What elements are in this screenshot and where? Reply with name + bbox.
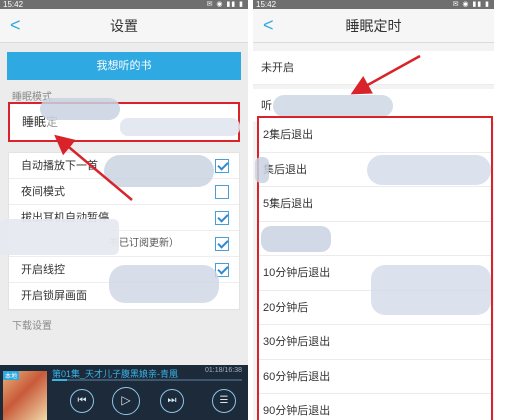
list-item-autoplay[interactable]: 自动播放下一首 [9,153,239,187]
option-off[interactable]: 未开启 [253,51,494,85]
row-label: 开启锁屏画面 [21,290,87,302]
option-label: 听 [261,100,272,112]
timer-option-episodes[interactable]: 集后退出 [255,152,491,187]
progress-bar[interactable] [52,379,242,381]
option-label: 10分钟后退出 [263,267,331,279]
option-label: 2集后退出 [263,129,314,141]
blur-watermark [273,95,393,117]
episode-time: 01:18/16:38 [205,367,242,374]
timer-option-20-min[interactable]: 20分钟后 [259,264,491,325]
progress-fill [52,379,68,381]
blur-watermark [0,219,119,255]
list-item-lockscreen[interactable]: 开启锁屏画面 [9,265,239,309]
sleep-mode-label: 睡眠 [22,115,47,129]
option-label: 90分钟后退出 [263,405,331,417]
sleep-mode-row[interactable]: 睡眠定 [8,98,240,142]
sleep-timer-screen: 15:42 ✉ ◉ ▮▮ ▮ < 睡眠定时 未开启 听 2集后退出 集后退出 5… [253,0,494,420]
blur-watermark [371,264,491,315]
option-label: 30分钟后退出 [263,336,331,348]
list-item-subscribe-update[interactable]: 书已订阅更新） [0,219,239,257]
book-cover[interactable]: 本地 [3,371,47,420]
timer-option-30-min[interactable]: 30分钟后退出 [259,325,491,360]
timer-options-box: 2集后退出 集后退出 5集后退出 10分钟后退出 20分钟后 30分钟后退出 6… [255,116,493,420]
blur-watermark [261,225,331,252]
status-bar: 15:42 ✉ ◉ ▮▮ ▮ [0,0,248,9]
blur-watermark [40,98,120,120]
autoplay-checkbox[interactable] [215,159,229,173]
option-label: 集后退出 [263,163,307,176]
blur-watermark [367,154,491,185]
status-icons: ✉ ◉ ▮▮ ▮ [206,1,244,8]
play-icon[interactable]: ▷ [112,387,140,415]
settings-screen: 15:42 ✉ ◉ ▮▮ ▮ < 设置 我想听的书 睡眠模式 睡眠定 自动播放下… [0,0,248,420]
status-time: 15:42 [256,0,277,9]
blur-watermark [120,118,240,136]
option-label: 5集后退出 [263,198,314,210]
blur-watermark [109,265,219,303]
timer-option-2-episodes[interactable]: 2集后退出 [259,118,491,153]
timer-option-blurred[interactable] [259,221,491,256]
wish-book-button[interactable]: 我想听的书 [7,52,241,80]
settings-list: 自动播放下一首 夜间模式 拔出耳机自动暂停 书已订阅更新） 开启线控 开启锁屏画… [0,152,240,310]
back-icon[interactable]: < [10,9,21,41]
list-item-night-mode[interactable]: 夜间模式 [9,179,239,205]
timer-option-60-min[interactable]: 60分钟后退出 [259,359,491,394]
row-label: 开启线控 [21,264,65,276]
option-label: 未开启 [261,62,294,74]
title-bar: < 设置 [0,9,248,43]
next-track-icon[interactable]: ⏭ [160,389,184,413]
download-section-label: 下载设置 [12,321,52,332]
sleep-section-label: 睡眠模式 [12,92,52,103]
cover-tag: 本地 [3,371,20,380]
playlist-icon[interactable]: ☰ [212,389,236,413]
page-title: 设置 [110,18,138,34]
status-icons: ✉ ◉ ▮▮ ▮ [452,1,490,8]
timer-option-5-episodes[interactable]: 5集后退出 [259,187,491,222]
row-hint: 书已订阅更新） [109,238,179,249]
timer-option-90-min[interactable]: 90分钟后退出 [259,394,491,420]
page-title: 睡眠定时 [345,18,402,34]
headphone-pause-checkbox[interactable] [215,211,229,225]
status-bar: 15:42 ✉ ◉ ▮▮ ▮ [253,0,494,9]
back-icon[interactable]: < [263,9,274,41]
night-mode-checkbox[interactable] [215,185,229,199]
prev-track-icon[interactable]: ⏮ [70,389,94,413]
subscribe-update-checkbox[interactable] [215,237,229,251]
row-label: 夜间模式 [21,186,65,198]
blur-watermark [255,156,269,183]
wish-button-wrap: 我想听的书 [0,43,248,80]
status-time: 15:42 [3,0,24,9]
option-label: 20分钟后 [263,301,309,314]
mini-player: 本地 第01集_天才儿子腹黑娘亲-青凰 01:18/16:38 ⏮ ▷ ⏭ ☰ [0,365,248,420]
option-label: 60分钟后退出 [263,370,331,383]
row-label: 自动播放下一首 [21,160,98,172]
title-bar: < 睡眠定时 [253,9,494,43]
